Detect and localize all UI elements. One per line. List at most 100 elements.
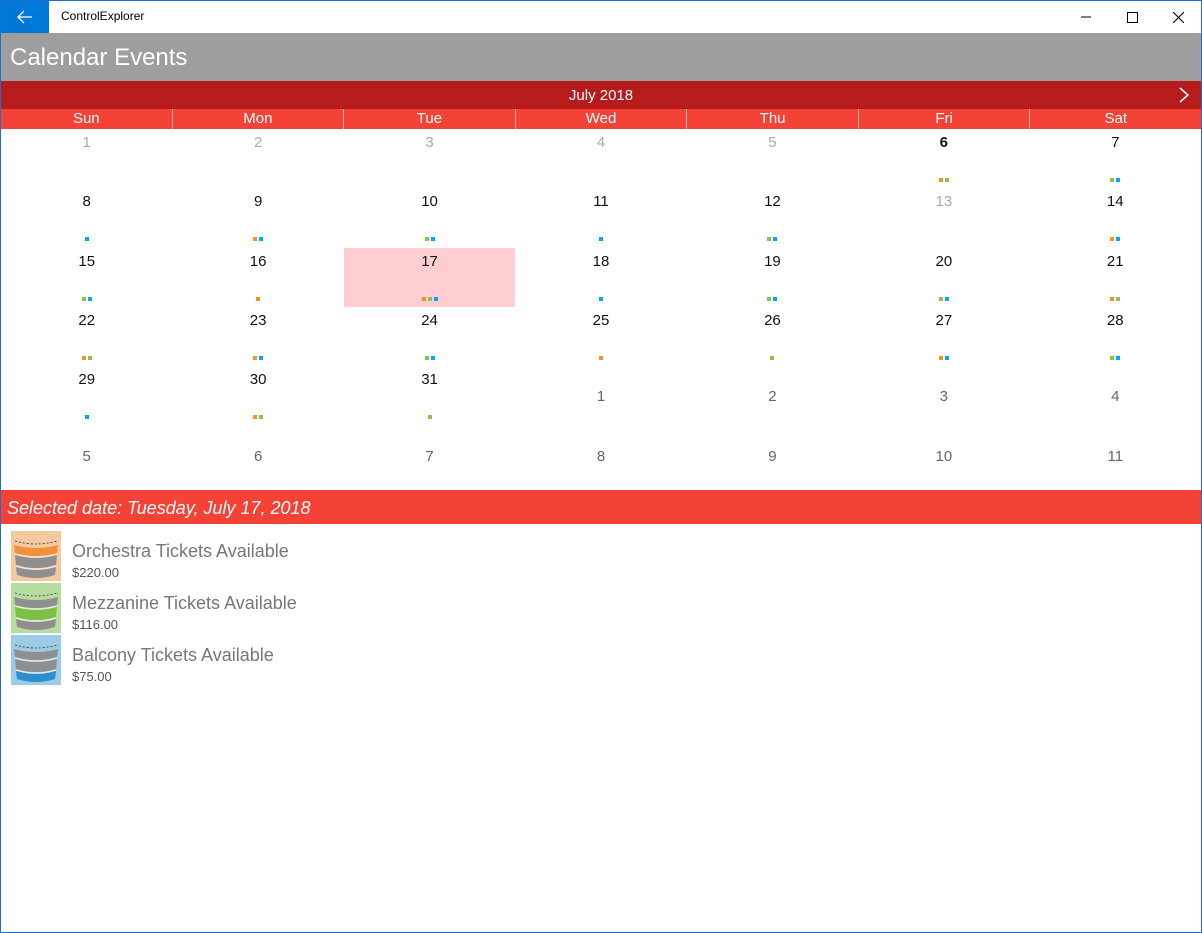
day-number: 14: [1106, 193, 1124, 211]
event-dot-green: [767, 237, 772, 242]
calendar-day-cell[interactable]: 15: [1, 248, 172, 307]
calendar-day-cell[interactable]: 11: [1030, 426, 1201, 485]
day-number: 1: [82, 134, 91, 151]
calendar-day-cell[interactable]: 28: [1030, 307, 1201, 366]
maximize-button[interactable]: [1109, 1, 1155, 33]
day-number: 5: [768, 134, 777, 151]
calendar-day-cell[interactable]: 16: [172, 248, 343, 307]
event-dot-green: [1110, 355, 1115, 360]
event-indicators: [172, 415, 343, 420]
dow-thu: Thu: [686, 109, 858, 129]
calendar-day-cell[interactable]: 5: [687, 129, 858, 188]
calendar-day-cell[interactable]: 1: [515, 366, 686, 425]
calendar-day-cell[interactable]: 26: [687, 307, 858, 366]
day-number: 19: [764, 252, 781, 270]
calendar-day-cell[interactable]: 9: [172, 188, 343, 247]
calendar-day-cell[interactable]: 6: [858, 129, 1029, 188]
calendar-day-cell[interactable]: 4: [515, 129, 686, 188]
calendar-day-cell[interactable]: 13: [858, 188, 1029, 247]
calendar-day-cell[interactable]: 21: [1030, 248, 1201, 307]
calendar-day-cell[interactable]: 7: [344, 426, 515, 485]
day-number: 7: [1111, 134, 1120, 151]
event-indicators: [515, 355, 686, 360]
selected-date-bar: Selected date: Tuesday, July 17, 2018: [1, 490, 1201, 524]
event-list-item[interactable]: Mezzanine Tickets Available $116.00: [11, 583, 611, 633]
calendar-day-cell[interactable]: 9: [687, 426, 858, 485]
close-button[interactable]: [1155, 1, 1201, 33]
calendar-day-cell[interactable]: 7: [1030, 129, 1201, 188]
event-dot-green: [424, 355, 429, 360]
event-dot-blue: [87, 296, 92, 301]
calendar-day-cell[interactable]: 24: [344, 307, 515, 366]
dow-fri: Fri: [857, 109, 1030, 129]
title-bar: ControlExplorer: [1, 1, 1201, 33]
day-number: 28: [1106, 311, 1124, 329]
day-number: 17: [421, 252, 438, 270]
event-list-item[interactable]: Orchestra Tickets Available $220.00: [11, 531, 611, 581]
dow-mon: Mon: [171, 109, 344, 129]
calendar-day-cell[interactable]: 18: [515, 248, 686, 307]
calendar-day-cell[interactable]: 6: [172, 426, 343, 485]
calendar-day-cell[interactable]: 3: [858, 366, 1029, 425]
minimize-button[interactable]: [1063, 1, 1109, 33]
day-number: 6: [253, 447, 263, 465]
event-dot-blue: [773, 296, 778, 301]
calendar-day-cell[interactable]: 4: [1030, 366, 1201, 425]
calendar-day-cell[interactable]: 11: [515, 188, 686, 247]
back-button[interactable]: [1, 1, 49, 33]
calendar-day-cell[interactable]: 27: [858, 307, 1029, 366]
event-dot-orange: [81, 355, 86, 360]
day-number: 8: [596, 447, 606, 465]
calendar-day-cell[interactable]: 25: [515, 307, 686, 366]
day-number: 15: [78, 252, 96, 270]
day-number: 9: [253, 193, 263, 211]
event-indicators: [1, 415, 172, 420]
month-label[interactable]: July 2018: [1, 87, 1201, 104]
calendar-day-cell[interactable]: 22: [1, 307, 172, 366]
calendar-day-cell[interactable]: 29: [1, 366, 172, 425]
event-indicators: [1030, 178, 1201, 182]
calendar-day-cell[interactable]: 5: [1, 426, 172, 485]
event-list-item[interactable]: Balcony Tickets Available $75.00: [11, 635, 611, 685]
maximize-icon: [1126, 11, 1138, 23]
event-indicators: [1030, 237, 1201, 242]
day-number: 2: [253, 134, 263, 151]
event-indicators: [1030, 355, 1201, 360]
event-dot-green: [81, 296, 86, 301]
calendar-day-cell[interactable]: 1: [1, 129, 172, 188]
calendar-day-cell[interactable]: 23: [172, 307, 343, 366]
calendar-day-cell[interactable]: 19: [687, 248, 858, 307]
calendar-day-cell[interactable]: 3: [344, 129, 515, 188]
calendar-day-cell[interactable]: 8: [1, 188, 172, 247]
event-dot-blue: [1116, 178, 1121, 182]
day-number: 7: [425, 447, 434, 465]
event-dot-blue: [430, 355, 435, 360]
day-number: 23: [249, 311, 267, 329]
next-month-button[interactable]: [1173, 83, 1195, 107]
calendar-day-cell[interactable]: 17: [343, 247, 516, 307]
calendar-day-cell[interactable]: 8: [515, 426, 686, 485]
calendar-day-cell[interactable]: 14: [1030, 188, 1201, 247]
event-indicators: [1030, 296, 1201, 301]
event-indicators: [172, 355, 343, 360]
seating-chart-icon: [14, 540, 58, 578]
calendar-day-cell[interactable]: 2: [172, 129, 343, 188]
calendar-day-cell[interactable]: 12: [687, 188, 858, 247]
calendar-day-cell[interactable]: 30: [172, 366, 343, 425]
day-number: 29: [78, 371, 96, 389]
calendar-day-cell[interactable]: 10: [344, 188, 515, 247]
day-number: 20: [935, 252, 953, 270]
event-dot-orange: [1110, 237, 1115, 242]
day-number: 18: [592, 252, 610, 270]
calendar-day-cell[interactable]: 2: [687, 366, 858, 425]
event-dot-green: [1116, 296, 1121, 301]
calendar-day-cell[interactable]: 10: [858, 426, 1029, 485]
event-indicators: [858, 355, 1029, 360]
event-indicators: [687, 296, 858, 301]
calendar-day-cell[interactable]: 20: [858, 248, 1029, 307]
event-dot-orange: [421, 296, 426, 301]
day-number: 11: [593, 193, 609, 211]
event-dot-blue: [259, 237, 264, 242]
calendar-day-cell[interactable]: 31: [344, 366, 515, 425]
day-number: 4: [1111, 388, 1120, 406]
